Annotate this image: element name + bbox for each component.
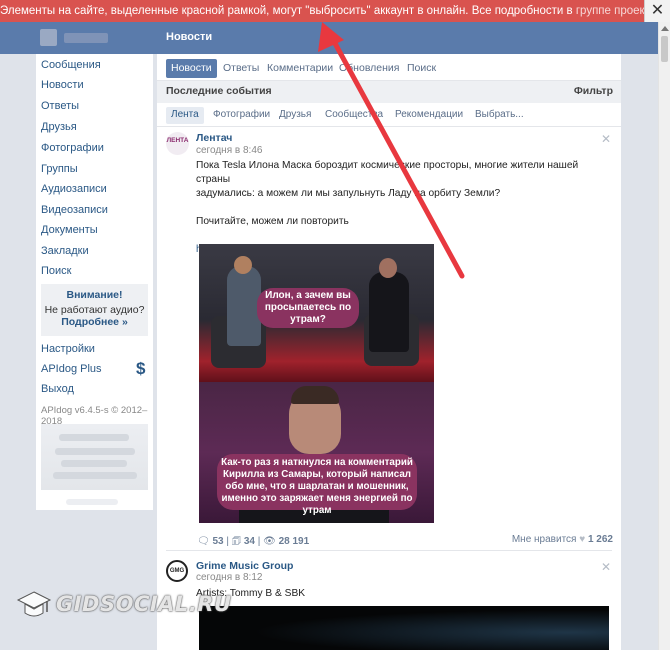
like-button[interactable]: Мне нравится ♥ 1 262 <box>512 534 613 545</box>
post-text-line: Почитайте, можем ли повторить <box>196 216 349 227</box>
post-author-name[interactable]: Grime Music Group <box>196 560 293 572</box>
warning-text: Не работают аудио? <box>44 304 145 316</box>
sidebar-item-apidog-plus[interactable]: APIdog Plus <box>41 363 102 375</box>
banner-text: Элементы на сайте, выделенные красной ра… <box>0 5 576 17</box>
avatar[interactable] <box>40 29 57 46</box>
subtab-photos[interactable]: Фотографии <box>208 107 275 124</box>
sidebar-item-replies[interactable]: Ответы <box>41 100 79 112</box>
post-text-line: Пока Tesla Илона Маска бороздит космичес… <box>196 160 579 185</box>
image-portrait-scene: Как-то раз я наткнулся на комментарий Ки… <box>199 382 434 523</box>
subtab-recommendations[interactable]: Рекомендации <box>390 107 468 124</box>
events-title: Последние события <box>166 85 272 97</box>
repost-icon[interactable]: 🗊 <box>232 536 241 547</box>
heart-icon[interactable]: ♥ <box>579 534 585 545</box>
eye-icon: 👁 <box>263 536 276 547</box>
post-image[interactable]: Илон, а зачем вы просыпаетесь по утрам? … <box>199 244 434 523</box>
top-bar: Новости <box>0 22 658 54</box>
tab-search[interactable]: Поиск <box>402 59 441 78</box>
post-video[interactable] <box>199 606 609 650</box>
reposts-count[interactable]: 34 <box>244 536 255 547</box>
blurred-footer <box>66 499 118 505</box>
subtab-communities[interactable]: Сообщества <box>320 107 388 124</box>
subtab-feed[interactable]: Лента <box>166 107 204 124</box>
online-warning-banner: Элементы на сайте, выделенные красной ра… <box>0 0 670 22</box>
filter-button[interactable]: Фильтр <box>574 81 613 102</box>
sidebar-item-friends[interactable]: Друзья <box>41 121 77 133</box>
sidebar-item-settings[interactable]: Настройки <box>41 343 95 355</box>
sidebar-item-groups[interactable]: Группы <box>41 163 78 175</box>
image-interview-scene: Илон, а зачем вы просыпаетесь по утрам? <box>199 244 434 382</box>
audio-warning-box: Внимание! Не работают аудио? Подробнее » <box>41 284 148 336</box>
tab-news[interactable]: Новости <box>166 59 217 78</box>
sidebar-item-bookmarks[interactable]: Закладки <box>41 245 89 257</box>
tab-updates[interactable]: Обновления <box>334 59 404 78</box>
post-text-line: задумались: а можем ли мы запульнуть Лад… <box>196 188 501 199</box>
subtab-friends[interactable]: Друзья <box>274 107 316 124</box>
sidebar-item-photos[interactable]: Фотографии <box>41 142 104 154</box>
sidebar-item-search[interactable]: Поиск <box>41 265 71 277</box>
speech-bubble: Илон, а зачем вы просыпаетесь по утрам? <box>257 288 359 328</box>
subtab-choose[interactable]: Выбрать... <box>470 107 529 124</box>
close-icon[interactable]: ✕ <box>644 0 670 22</box>
scrollbar[interactable] <box>658 22 670 650</box>
tab-replies[interactable]: Ответы <box>218 59 264 78</box>
divider <box>166 550 612 551</box>
views-count: 28 191 <box>278 536 310 547</box>
post-stats: 🗨 53 | 🗊 34 | 👁 28 191 <box>197 536 310 547</box>
post-text: Пока Tesla Илона Маска бороздит космичес… <box>196 159 606 257</box>
page-title: Новости <box>166 31 213 43</box>
blurred-ad-block <box>41 424 148 490</box>
post-author-name[interactable]: Лентач <box>196 132 232 144</box>
post-author-avatar[interactable]: ЛЕНТА <box>166 132 189 155</box>
sidebar-item-news[interactable]: Новости <box>41 79 84 91</box>
user-name-blurred[interactable] <box>64 33 108 43</box>
speech-bubble: Как-то раз я наткнулся на комментарий Ки… <box>217 454 417 516</box>
warning-more-link[interactable]: Подробнее » <box>41 316 148 328</box>
likes-count: 1 262 <box>587 534 613 545</box>
sidebar-item-documents[interactable]: Документы <box>41 224 98 236</box>
sidebar-item-audio[interactable]: Аудиозаписи <box>41 183 107 195</box>
sidebar-item-logout[interactable]: Выход <box>41 383 74 395</box>
news-feed: Новости Ответы Комментарии Обновления По… <box>157 54 621 650</box>
likes-label: Мне нравится <box>511 534 577 545</box>
sidebar: Сообщения Новости Ответы Друзья Фотограф… <box>36 54 153 510</box>
post-timestamp[interactable]: сегодня в 8:12 <box>196 572 262 583</box>
watermark-text: GIDSOCIAL.RU <box>56 592 232 616</box>
tab-comments[interactable]: Комментарии <box>262 59 338 78</box>
close-icon[interactable]: ✕ <box>601 560 611 574</box>
post-timestamp[interactable]: сегодня в 8:46 <box>196 145 262 156</box>
sidebar-item-messages[interactable]: Сообщения <box>41 59 101 71</box>
sidebar-item-video[interactable]: Видеозаписи <box>41 204 108 216</box>
graduation-cap-icon <box>16 591 52 617</box>
close-icon[interactable]: ✕ <box>601 132 611 146</box>
divider <box>157 126 621 127</box>
scroll-up-icon[interactable] <box>661 26 669 31</box>
comments-count[interactable]: 53 <box>212 536 223 547</box>
dollar-icon[interactable]: $ <box>136 359 145 379</box>
comment-icon[interactable]: 🗨 <box>197 536 210 547</box>
post-author-avatar[interactable]: GMG <box>166 560 188 582</box>
warning-title: Внимание! <box>66 289 123 301</box>
scroll-thumb[interactable] <box>661 36 668 62</box>
site-watermark: GIDSOCIAL.RU <box>12 584 231 628</box>
events-header: Последние события Фильтр <box>157 81 621 103</box>
